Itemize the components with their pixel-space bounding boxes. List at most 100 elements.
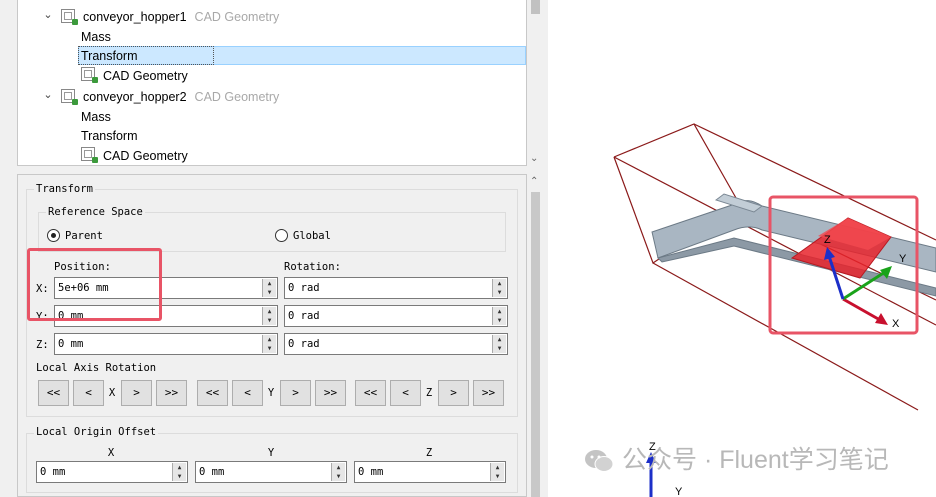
x-axis-arrow [842, 297, 881, 322]
step-down-icon[interactable]: ▼ [263, 316, 276, 325]
position-z-stepper[interactable]: ▲ ▼ [262, 335, 276, 353]
tree-item-transform-1[interactable]: Transform [81, 47, 138, 65]
rotation-x-stepper[interactable]: ▲ ▼ [492, 279, 506, 297]
offset-z-field[interactable]: 0 mm ▲ ▼ [354, 461, 506, 483]
3d-viewport[interactable]: X Y Z Z Y [548, 0, 936, 497]
z-axis-label: Z [425, 387, 433, 399]
rotate-x-fast-forward-button[interactable]: >> [156, 380, 187, 406]
rotate-z-forward-button[interactable]: > [438, 380, 469, 406]
local-axis-rotation-title: Local Axis Rotation [36, 362, 157, 374]
rotate-y-fast-forward-button[interactable]: >> [315, 380, 346, 406]
step-down-icon[interactable]: ▼ [493, 316, 506, 325]
step-up-icon[interactable]: ▲ [491, 463, 504, 472]
step-down-icon[interactable]: ▼ [332, 472, 345, 481]
z-label: Z: [36, 339, 49, 351]
cad-geometry-icon [61, 89, 78, 105]
triad-x-label: X [892, 318, 900, 330]
scroll-up-icon[interactable]: ⌃ [530, 176, 538, 187]
transform-properties-panel: Transform Reference Space Parent Global … [17, 174, 527, 497]
position-y-stepper[interactable]: ▲ ▼ [262, 307, 276, 325]
cad-geometry-icon [81, 67, 98, 83]
radio-global[interactable] [275, 229, 288, 242]
step-up-icon[interactable]: ▲ [263, 279, 276, 288]
radio-parent[interactable] [47, 229, 60, 242]
rotation-y-stepper[interactable]: ▲ ▼ [492, 307, 506, 325]
position-x-stepper[interactable]: ▲ ▼ [262, 279, 276, 297]
tree-item-label: conveyor_hopper2 [83, 90, 187, 104]
rotation-z-stepper[interactable]: ▲ ▼ [492, 335, 506, 353]
cad-geometry-icon [61, 9, 78, 25]
left-panel: ⌄ conveyor_hopper1 CAD Geometry Mass Tran… [0, 0, 548, 497]
conveyor-part [651, 193, 936, 297]
tree-item-conveyor-hopper1[interactable]: conveyor_hopper1 CAD Geometry [83, 8, 279, 26]
tree-item-label: conveyor_hopper1 [83, 10, 187, 24]
scrollbar-thumb[interactable] [531, 192, 540, 497]
wireframe-bottom-edge [652, 262, 919, 411]
rotation-x-field[interactable]: 0 rad ▲ ▼ [284, 277, 508, 299]
offset-z-label: Z [425, 447, 433, 459]
rotate-x-back-button[interactable]: < [73, 380, 104, 406]
tree-item-cad-geometry-2[interactable]: CAD Geometry [103, 147, 188, 165]
offset-y-value: 0 mm [199, 466, 225, 478]
tree-scrollbar[interactable]: ⌄ [527, 0, 544, 166]
rotation-label: Rotation: [284, 261, 341, 273]
tree-item-mass-2[interactable]: Mass [81, 108, 111, 126]
step-down-icon[interactable]: ▼ [263, 288, 276, 297]
scrollbar-thumb[interactable] [531, 0, 540, 14]
chevron-down-icon[interactable]: ⌄ [42, 88, 54, 106]
rotation-z-value: 0 rad [288, 338, 320, 350]
model-tree[interactable]: ⌄ conveyor_hopper1 CAD Geometry Mass Tran… [17, 0, 527, 166]
tree-item-cad-geometry-1[interactable]: CAD Geometry [103, 67, 188, 85]
radio-parent-label: Parent [65, 230, 103, 242]
step-up-icon[interactable]: ▲ [493, 279, 506, 288]
rotation-y-field[interactable]: 0 rad ▲ ▼ [284, 305, 508, 327]
step-down-icon[interactable]: ▼ [493, 288, 506, 297]
offset-x-field[interactable]: 0 mm ▲ ▼ [36, 461, 188, 483]
step-down-icon[interactable]: ▼ [491, 472, 504, 481]
offset-x-stepper[interactable]: ▲ ▼ [172, 463, 186, 481]
offset-x-label: X [107, 447, 115, 459]
step-up-icon[interactable]: ▲ [263, 307, 276, 316]
step-up-icon[interactable]: ▲ [493, 335, 506, 344]
step-down-icon[interactable]: ▼ [263, 344, 276, 353]
hopper-wireframe [613, 123, 936, 411]
tree-item-transform-2[interactable]: Transform [81, 127, 138, 145]
offset-z-stepper[interactable]: ▲ ▼ [490, 463, 504, 481]
chevron-down-icon[interactable]: ⌄ [42, 8, 54, 26]
annotation-highlight-box [27, 248, 162, 321]
tree-item-type: CAD Geometry [194, 90, 280, 104]
rotate-y-fast-back-button[interactable]: << [197, 380, 228, 406]
step-up-icon[interactable]: ▲ [493, 307, 506, 316]
step-up-icon[interactable]: ▲ [332, 463, 345, 472]
offset-y-stepper[interactable]: ▲ ▼ [331, 463, 345, 481]
secondary-y-label: Y [675, 486, 683, 497]
rotate-x-forward-button[interactable]: > [121, 380, 152, 406]
triad-z-label: Z [824, 234, 831, 246]
wechat-icon [585, 450, 614, 473]
tree-item-mass-1[interactable]: Mass [81, 28, 111, 46]
rotate-z-fast-back-button[interactable]: << [355, 380, 386, 406]
offset-z-value: 0 mm [358, 466, 384, 478]
y-axis-label: Y [267, 387, 275, 399]
rotation-z-field[interactable]: 0 rad ▲ ▼ [284, 333, 508, 355]
position-z-field[interactable]: 0 mm ▲ ▼ [54, 333, 278, 355]
scroll-down-icon[interactable]: ⌄ [530, 153, 538, 164]
cad-geometry-icon [81, 147, 98, 163]
watermark-text: 公众号 · Fluent学习笔记 [622, 446, 889, 474]
local-origin-offset-title: Local Origin Offset [34, 426, 159, 438]
tree-item-conveyor-hopper2[interactable]: conveyor_hopper2 CAD Geometry [83, 88, 279, 106]
rotate-z-back-button[interactable]: < [390, 380, 421, 406]
transform-group-title: Transform [34, 183, 95, 195]
step-down-icon[interactable]: ▼ [493, 344, 506, 353]
properties-scrollbar[interactable]: ⌃ [527, 174, 544, 497]
rotate-x-fast-back-button[interactable]: << [38, 380, 69, 406]
step-down-icon[interactable]: ▼ [173, 472, 186, 481]
rotate-y-back-button[interactable]: < [232, 380, 263, 406]
step-up-icon[interactable]: ▲ [263, 335, 276, 344]
step-up-icon[interactable]: ▲ [173, 463, 186, 472]
rotate-z-fast-forward-button[interactable]: >> [473, 380, 504, 406]
triad-y-label: Y [899, 253, 907, 265]
offset-y-field[interactable]: 0 mm ▲ ▼ [195, 461, 347, 483]
rotate-y-forward-button[interactable]: > [280, 380, 311, 406]
offset-x-value: 0 mm [40, 466, 66, 478]
